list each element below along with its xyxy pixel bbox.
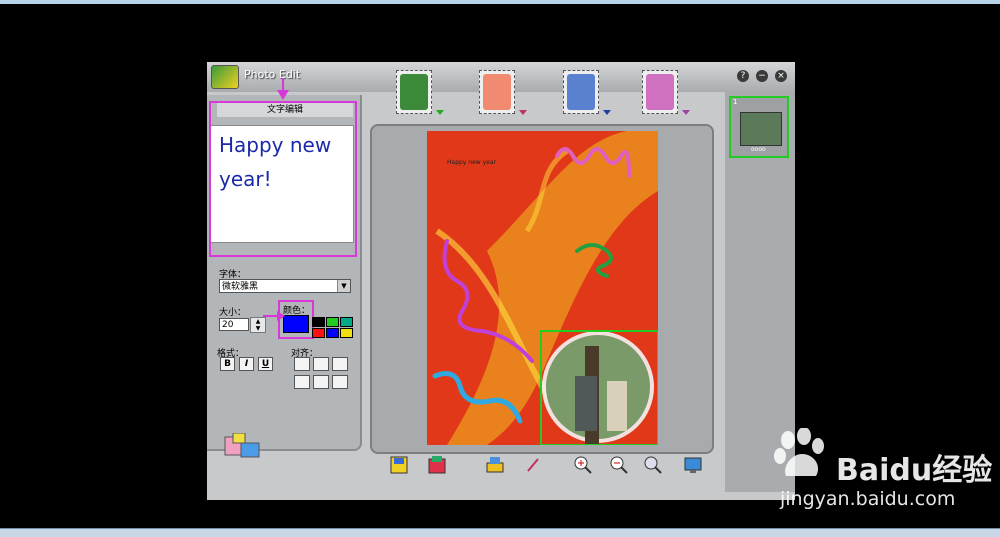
template-4-dropdown-icon[interactable] — [682, 110, 690, 115]
photo-edit-window: Photo Edit ? − × 文字编辑 Happy new year! 字体… — [207, 62, 795, 500]
page-number: 1 — [733, 98, 738, 106]
align-middle-icon[interactable] — [313, 375, 329, 389]
text-edit-panel: 文字编辑 Happy new year! 字体： 微软雅黑 ▼ 大小： 20 ▲… — [207, 95, 362, 458]
save-icon[interactable] — [389, 455, 409, 475]
size-label: 大小： — [219, 308, 247, 318]
align-bottom-icon[interactable] — [332, 375, 348, 389]
page-caption: oooo — [751, 146, 766, 153]
zoom-in-icon[interactable] — [573, 455, 593, 475]
pencil-icon[interactable] — [523, 455, 543, 475]
watermark-url: jingyan.baidu.com — [780, 488, 956, 510]
template-thumb-3[interactable] — [563, 70, 599, 114]
align-center-icon[interactable] — [313, 357, 329, 371]
pink-pointer-icon — [277, 78, 289, 100]
align-right-icon[interactable] — [332, 357, 348, 371]
baidu-paw-logo-icon — [774, 428, 824, 476]
monitor-icon[interactable] — [683, 455, 703, 475]
italic-button[interactable]: I — [239, 357, 254, 371]
align-left-icon[interactable] — [294, 357, 310, 371]
template-1-dropdown-icon[interactable] — [436, 110, 444, 115]
close-button[interactable]: × — [775, 70, 787, 82]
color-swatch-blue[interactable] — [326, 328, 339, 338]
template-2-dropdown-icon[interactable] — [519, 110, 527, 115]
photo-stage[interactable]: Happy new year — [427, 131, 658, 445]
template-thumb-2[interactable] — [479, 70, 515, 114]
align-top-icon[interactable] — [294, 375, 310, 389]
app-logo-icon — [211, 65, 239, 89]
font-value: 微软雅黑 — [222, 282, 259, 292]
print-icon[interactable] — [485, 455, 505, 475]
help-button[interactable]: ? — [737, 70, 749, 82]
color-swatch-green[interactable] — [326, 317, 339, 327]
pink-arrow-icon — [263, 311, 285, 321]
color-swatch-teal[interactable] — [340, 317, 353, 327]
photo-frame-icon[interactable] — [223, 433, 261, 461]
minimize-button[interactable]: − — [756, 70, 768, 82]
text-area-highlight — [209, 101, 357, 257]
template-thumb-4[interactable] — [642, 70, 678, 114]
screen-top-bar — [0, 0, 1000, 4]
bold-button[interactable]: B — [220, 357, 235, 371]
underline-button[interactable]: U — [258, 357, 273, 371]
color-swatch-black[interactable] — [312, 317, 325, 327]
canvas-area: Happy new year — [370, 124, 714, 454]
canvas-caption[interactable]: Happy new year — [447, 159, 496, 166]
app-title: Photo Edit — [244, 68, 301, 81]
font-select[interactable]: 微软雅黑 ▼ — [219, 279, 351, 293]
chevron-down-icon[interactable]: ▼ — [337, 280, 350, 292]
watermark-brand: Baidu经验 — [836, 453, 993, 488]
color-swatch-yellow[interactable] — [340, 328, 353, 338]
page-thumb-1[interactable]: 1 oooo — [729, 96, 789, 158]
background-artwork — [432, 131, 658, 445]
zoom-fit-icon[interactable] — [643, 455, 663, 475]
export-icon[interactable] — [427, 455, 447, 475]
template-thumb-1[interactable] — [396, 70, 432, 114]
template-3-dropdown-icon[interactable] — [603, 110, 611, 115]
size-input[interactable]: 20 — [219, 318, 249, 331]
zoom-out-icon[interactable] — [609, 455, 629, 475]
current-color-swatch[interactable] — [283, 315, 309, 333]
color-swatch-red[interactable] — [312, 328, 325, 338]
